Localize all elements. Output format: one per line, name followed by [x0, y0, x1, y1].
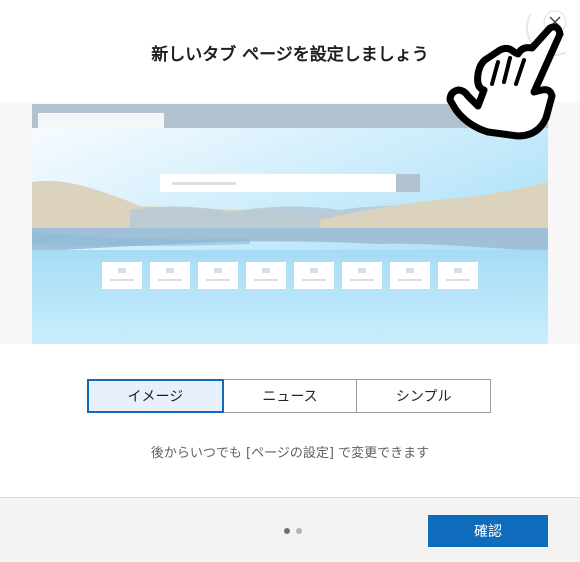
page-indicator: [284, 528, 302, 534]
layout-option-news[interactable]: ニュース: [223, 379, 358, 413]
hand-pointer-icon: [446, 14, 566, 140]
page-dot-2[interactable]: [296, 528, 302, 534]
browser-tab: [38, 113, 164, 129]
confirm-button[interactable]: 確認: [428, 515, 548, 547]
layout-selector: イメージ ニュース シンプル: [87, 379, 492, 413]
page-dot-1[interactable]: [284, 528, 290, 534]
layout-option-image[interactable]: イメージ: [87, 379, 224, 413]
layout-option-simple[interactable]: シンプル: [357, 379, 492, 413]
dialog-footer: 確認: [0, 497, 580, 562]
settings-hint: 後からいつでも [ページの設定] で変更できます: [150, 446, 430, 461]
setup-dialog: 新しいタブ ページを設定しましょう イメージ ニュース シンプル 後からいつでも…: [0, 0, 580, 562]
